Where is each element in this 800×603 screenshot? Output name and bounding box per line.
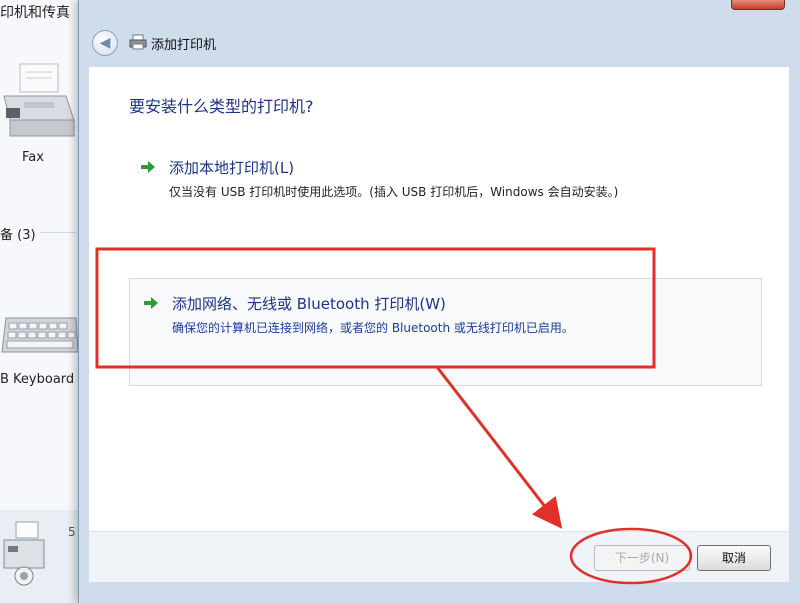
next-button[interactable]: 下一步(N) [594, 545, 690, 571]
back-arrow-icon: ◀ [99, 35, 111, 51]
green-arrow-icon [144, 297, 158, 309]
question-heading: 要安装什么类型的打印机? [129, 97, 314, 116]
devices-section-header: 备 (3) [0, 228, 36, 243]
option-title: 添加网络、无线或 Bluetooth 打印机(W) [172, 295, 446, 313]
add-local-printer-option[interactable]: 添加本地打印机(L) 仅当没有 USB 打印机时使用此选项。(插入 USB 打印… [141, 157, 741, 207]
add-network-printer-option[interactable]: 添加网络、无线或 Bluetooth 打印机(W) 确保您的计算机已连接到网络，… [144, 293, 744, 343]
printer-device-icon[interactable] [2, 518, 46, 590]
background-window-title: 印机和传真 [0, 5, 70, 21]
printer-icon [129, 34, 147, 50]
keyboard-icon[interactable] [0, 312, 78, 360]
background-bottom-text: 5 [68, 525, 76, 539]
network-option-container[interactable]: 添加网络、无线或 Bluetooth 打印机(W) 确保您的计算机已连接到网络，… [129, 278, 762, 386]
dialog-content: 要安装什么类型的打印机? 添加本地打印机(L) 仅当没有 USB 打印机时使用此… [89, 67, 789, 531]
cancel-button[interactable]: 取消 [697, 545, 771, 571]
fax-label: Fax [22, 150, 44, 165]
dialog-footer: 下一步(N) 取消 [89, 531, 789, 582]
option-title: 添加本地打印机(L) [169, 159, 295, 177]
back-button[interactable]: ◀ [92, 30, 118, 56]
section-divider [40, 232, 76, 233]
dialog-title: 添加打印机 [151, 38, 217, 53]
fax-icon[interactable] [0, 58, 76, 148]
green-arrow-icon [141, 161, 155, 173]
keyboard-label: B Keyboard [0, 372, 75, 387]
add-printer-dialog: ◀ 添加打印机 要安装什么类型的打印机? 添加本地打印机(L) 仅当没有 USB… [78, 0, 800, 603]
option-description: 确保您的计算机已连接到网络，或者您的 Bluetooth 或无线打印机已启用。 [172, 321, 574, 335]
close-button[interactable] [731, 0, 785, 10]
option-description: 仅当没有 USB 打印机时使用此选项。(插入 USB 打印机后，Windows … [169, 185, 619, 199]
